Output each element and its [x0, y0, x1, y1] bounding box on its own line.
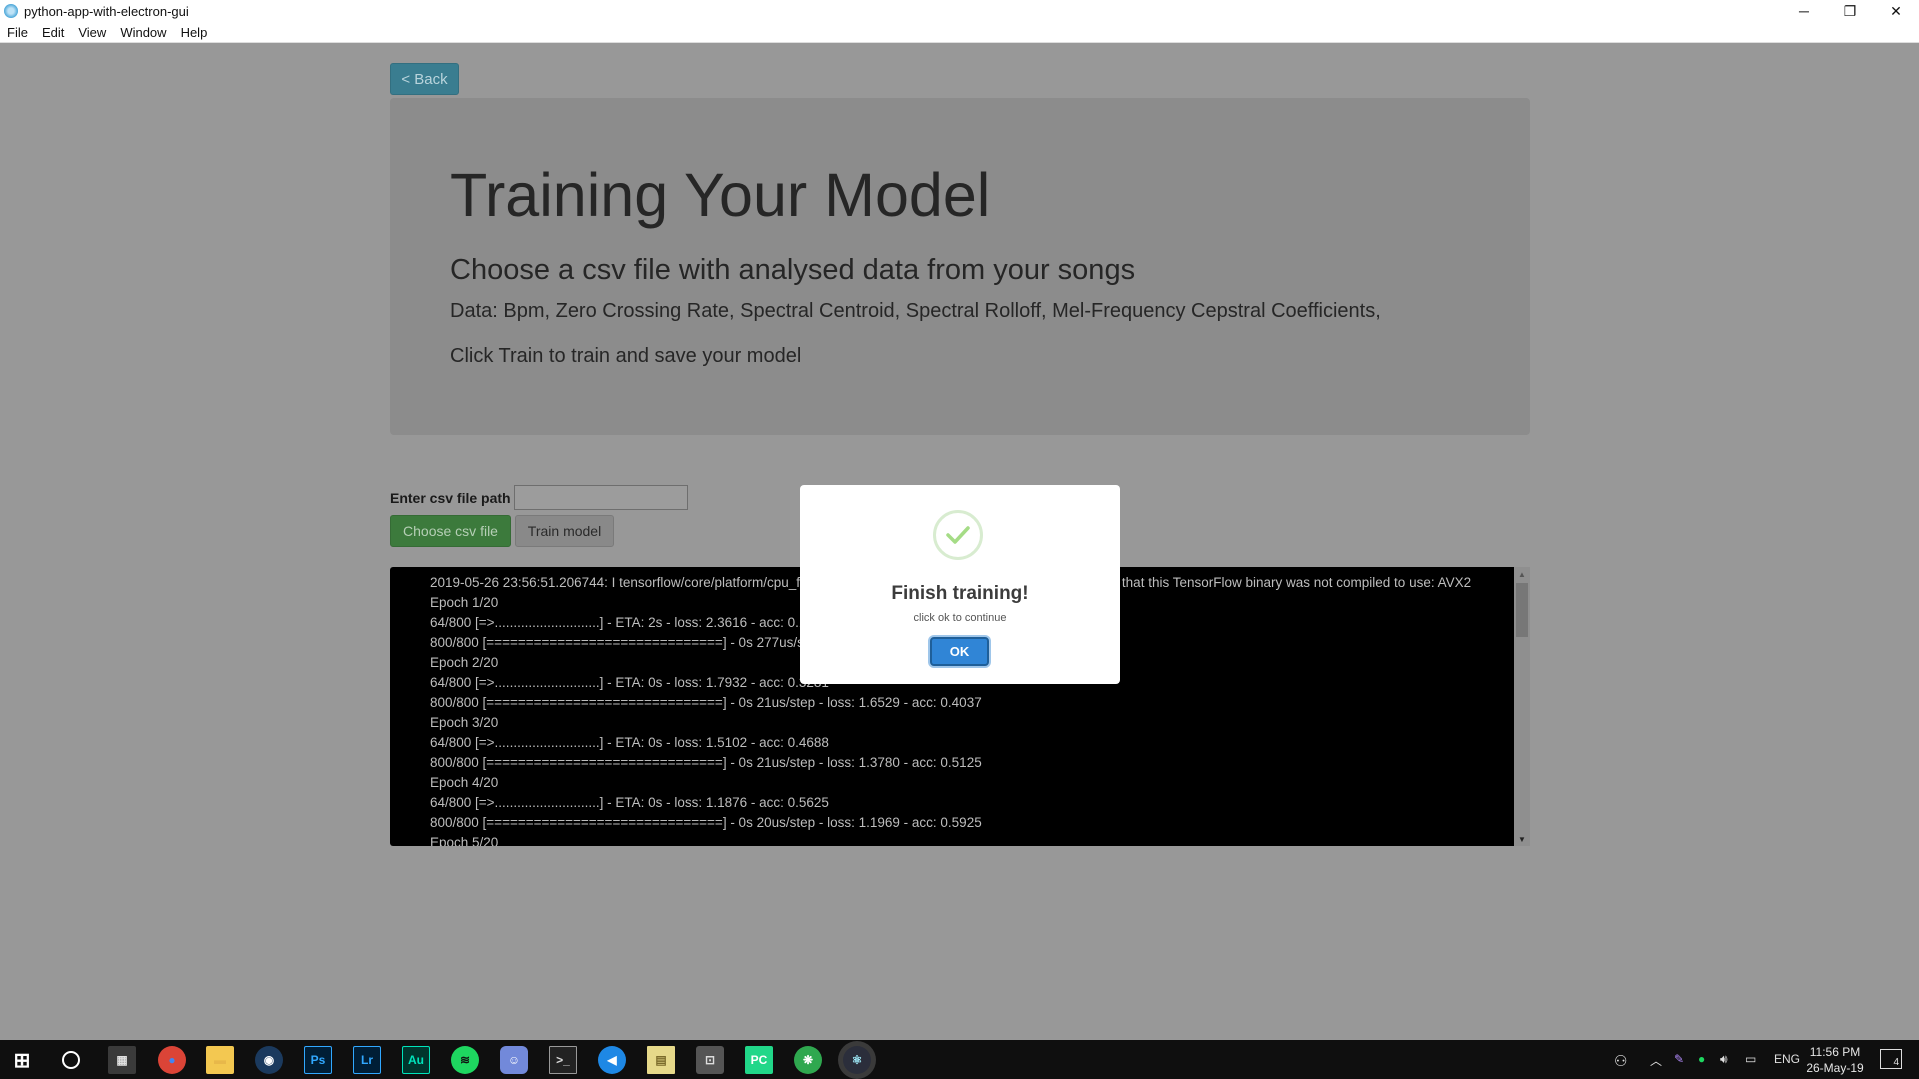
volume-icon[interactable]: 🔊︎: [1720, 1052, 1728, 1067]
close-button[interactable]: ✕: [1873, 0, 1919, 22]
menu-help[interactable]: Help: [174, 25, 215, 40]
clock-date: 26-May-19: [1806, 1061, 1864, 1075]
steam-icon[interactable]: ◉: [255, 1046, 283, 1074]
console-line: 800/800 [==============================]…: [430, 755, 982, 770]
csv-path-label: Enter csv file path: [390, 490, 511, 506]
page-content: < Back Training Your Model Choose a csv …: [0, 43, 1919, 1040]
window-controls: ─ ❐ ✕: [1781, 0, 1919, 22]
choose-csv-button[interactable]: Choose csv file: [390, 515, 511, 547]
taskbar: ⊞ ▦ ● ▬ ◉ Ps Lr Au ≋ ☺ >_ ◀ ▤ ⊡ PC ❋ ⚛ ⚇ ︿ ✎ ● 🔊︎ ▭ ENG …: [0, 1040, 1919, 1079]
restore-button[interactable]: ❐: [1827, 0, 1873, 22]
terminal-icon[interactable]: >_: [549, 1046, 577, 1074]
menu-bar: File Edit View Window Help: [0, 22, 1919, 43]
console-line: Epoch 3/20: [430, 715, 499, 730]
pycharm-icon[interactable]: PC: [745, 1046, 773, 1074]
audition-icon[interactable]: Au: [402, 1046, 430, 1074]
scroll-thumb[interactable]: [1516, 583, 1528, 637]
network-icon[interactable]: ▭: [1745, 1052, 1756, 1066]
clock-time: 11:56 PM: [1809, 1045, 1861, 1059]
back-button[interactable]: < Back: [390, 63, 459, 95]
scroll-down-icon[interactable]: ▼: [1514, 832, 1530, 846]
windows-start-icon[interactable]: ⊞: [8, 1046, 36, 1074]
minimize-button[interactable]: ─: [1781, 0, 1827, 22]
page-subtitle: Choose a csv file with analysed data fro…: [450, 254, 1136, 286]
dialog-title: Finish training!: [891, 583, 1029, 604]
data-description: Data: Bpm, Zero Crossing Rate, Spectral …: [450, 300, 1381, 322]
window-title: python-app-with-electron-gui: [24, 3, 189, 19]
clock[interactable]: 11:56 PM 26-May-19: [1800, 1044, 1870, 1076]
green-app-icon[interactable]: ❋: [794, 1046, 822, 1074]
calculator-icon[interactable]: ▦: [108, 1046, 136, 1074]
notepad-icon[interactable]: ▤: [647, 1046, 675, 1074]
menu-edit[interactable]: Edit: [35, 25, 71, 40]
menu-file[interactable]: File: [0, 25, 35, 40]
console-line: 64/800 [=>............................] …: [430, 795, 829, 810]
console-line: 800/800 [==============================]…: [430, 695, 982, 710]
console-line: Epoch 4/20: [430, 775, 499, 790]
success-check-icon: [933, 510, 983, 560]
notifications-icon[interactable]: 4: [1880, 1049, 1902, 1069]
spotify-icon[interactable]: ≋: [451, 1046, 479, 1074]
finish-training-dialog: Finish training! click ok to continue OK: [800, 485, 1120, 684]
window-titlebar: python-app-with-electron-gui ─ ❐ ✕: [0, 0, 1919, 22]
chevron-up-icon[interactable]: ︿: [1650, 1052, 1662, 1069]
file-explorer-icon[interactable]: ▬: [206, 1046, 234, 1074]
spotify-tray-icon[interactable]: ●: [1698, 1052, 1705, 1066]
scroll-up-icon[interactable]: ▲: [1514, 567, 1530, 581]
electron-app-icon[interactable]: ⚛: [843, 1046, 871, 1074]
electron-app-icon: [4, 4, 18, 18]
ok-button[interactable]: OK: [930, 637, 989, 666]
discord-icon[interactable]: ☺: [500, 1046, 528, 1074]
train-model-button[interactable]: Train model: [515, 515, 614, 547]
people-icon[interactable]: ⚇: [1614, 1052, 1627, 1070]
page-title: Training Your Model: [450, 161, 991, 229]
console-line: 800/800 [==============================]…: [430, 815, 982, 830]
menu-window[interactable]: Window: [113, 25, 173, 40]
console-line: 64/800 [=>............................] …: [430, 735, 829, 750]
pen-icon[interactable]: ✎: [1674, 1052, 1684, 1066]
console-line: Epoch 5/20: [430, 835, 499, 846]
header-panel: Training Your Model Choose a csv file wi…: [390, 98, 1530, 435]
language-indicator[interactable]: ENG: [1774, 1052, 1800, 1066]
csv-path-input[interactable]: [514, 485, 688, 510]
dialog-message: click ok to continue: [913, 612, 1007, 624]
notifications-count: 4: [1893, 1057, 1899, 1068]
chrome-icon[interactable]: ●: [158, 1046, 186, 1074]
photoshop-icon[interactable]: Ps: [304, 1046, 332, 1074]
lightroom-icon[interactable]: Lr: [353, 1046, 381, 1074]
instruction-text: Click Train to train and save your model: [450, 345, 802, 367]
cortana-search-icon[interactable]: [62, 1051, 80, 1069]
audio-app-icon[interactable]: ◀: [598, 1046, 626, 1074]
console-scrollbar[interactable]: ▲ ▼: [1514, 567, 1530, 846]
menu-view[interactable]: View: [71, 25, 113, 40]
network-app-icon[interactable]: ⊡: [696, 1046, 724, 1074]
